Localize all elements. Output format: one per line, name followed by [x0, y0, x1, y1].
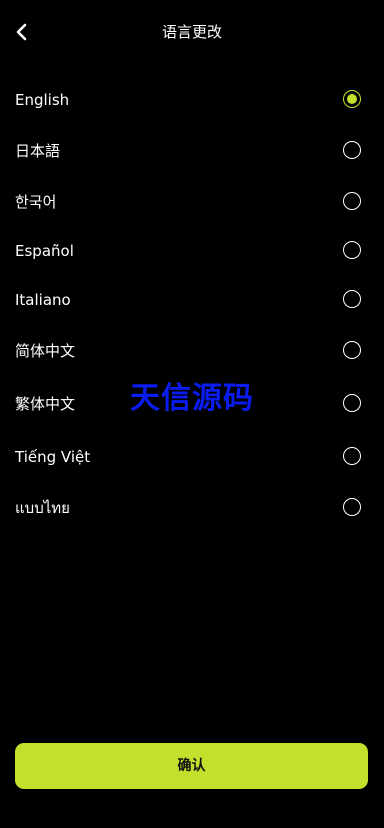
- language-label: English: [15, 91, 70, 109]
- language-option-japanese[interactable]: 日本語: [0, 128, 384, 174]
- header-bar: 语言更改: [0, 0, 384, 64]
- radio-icon[interactable]: [343, 341, 361, 359]
- language-label: Tiếng Việt: [15, 448, 91, 466]
- language-option-thai[interactable]: แบบไทย: [0, 485, 384, 531]
- language-label: 日本語: [15, 142, 61, 160]
- language-label: 简体中文: [15, 342, 76, 360]
- language-option-italian[interactable]: Italiano: [0, 277, 384, 323]
- language-option-spanish[interactable]: Español: [0, 228, 384, 274]
- radio-icon[interactable]: [343, 394, 361, 412]
- radio-icon[interactable]: [343, 498, 361, 516]
- radio-icon[interactable]: [343, 241, 361, 259]
- language-option-vietnamese[interactable]: Tiếng Việt: [0, 434, 384, 480]
- radio-icon[interactable]: [343, 447, 361, 465]
- radio-icon[interactable]: [343, 290, 361, 308]
- confirm-button[interactable]: 确认: [15, 743, 368, 789]
- language-label: Español: [15, 242, 74, 260]
- radio-icon[interactable]: [343, 192, 361, 210]
- language-label: 한국어: [15, 193, 57, 211]
- language-label: แบบไทย: [15, 499, 70, 517]
- radio-icon[interactable]: [343, 141, 361, 159]
- language-option-simplified-chinese[interactable]: 简体中文: [0, 328, 384, 374]
- radio-selected-icon[interactable]: [343, 90, 361, 108]
- language-option-korean[interactable]: 한국어: [0, 179, 384, 225]
- watermark-text: 天信源码: [130, 381, 254, 416]
- language-option-english[interactable]: English: [0, 77, 384, 123]
- page-title: 语言更改: [161, 23, 222, 41]
- language-label: 繁体中文: [15, 395, 76, 413]
- language-label: Italiano: [15, 291, 71, 309]
